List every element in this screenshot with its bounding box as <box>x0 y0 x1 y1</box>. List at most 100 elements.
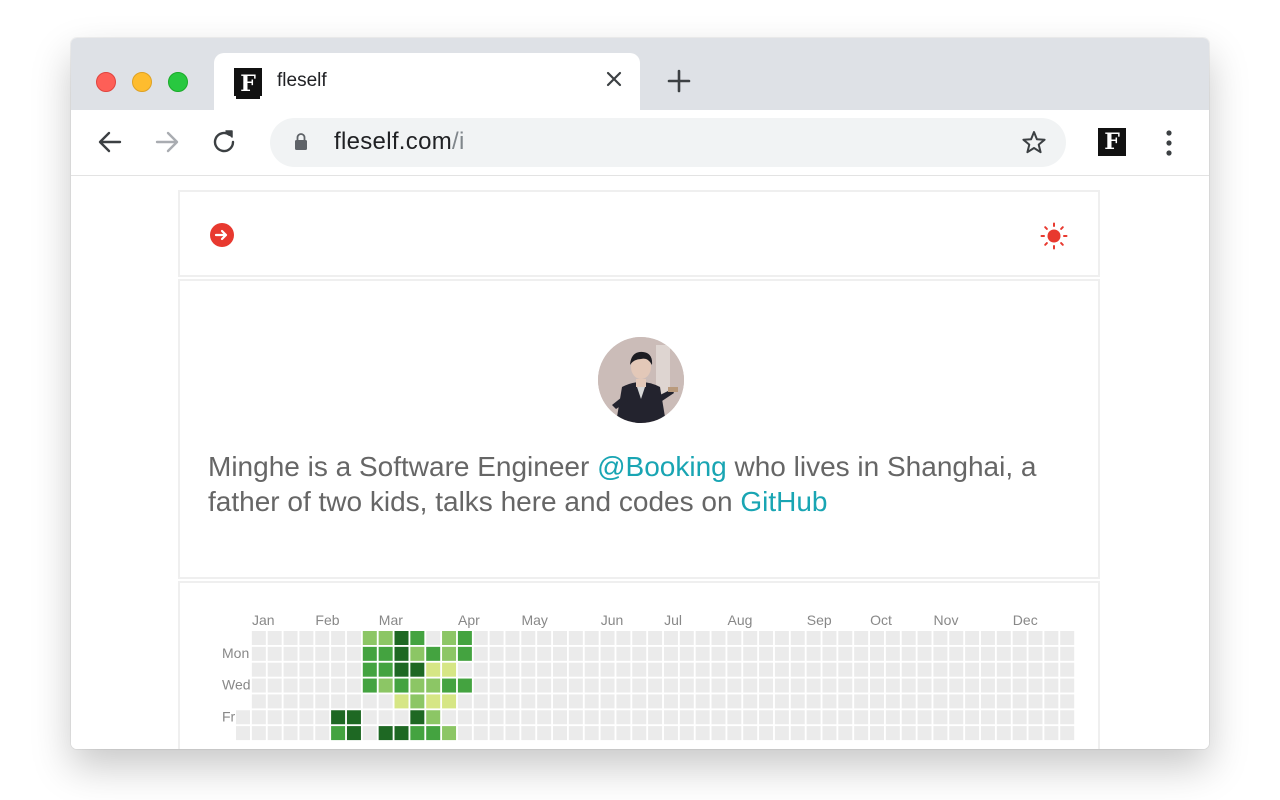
contribution-day-cell[interactable] <box>1012 710 1027 725</box>
contribution-day-cell[interactable] <box>743 646 758 661</box>
contribution-day-cell[interactable] <box>489 726 504 741</box>
contribution-day-cell[interactable] <box>442 631 457 645</box>
contribution-day-cell[interactable] <box>743 694 758 709</box>
contribution-day-cell[interactable] <box>442 678 457 693</box>
contribution-day-cell[interactable] <box>870 694 884 709</box>
contribution-day-cell[interactable] <box>996 678 1011 693</box>
contribution-day-cell[interactable] <box>806 726 821 741</box>
contribution-day-cell[interactable] <box>711 646 726 661</box>
contribution-day-cell[interactable] <box>695 662 710 677</box>
contribution-day-cell[interactable] <box>410 646 425 661</box>
contribution-day-cell[interactable] <box>442 662 457 677</box>
contribution-day-cell[interactable] <box>806 646 821 661</box>
contribution-day-cell[interactable] <box>806 631 821 645</box>
contribution-day-cell[interactable] <box>267 662 282 677</box>
contribution-day-cell[interactable] <box>679 631 694 645</box>
contribution-day-cell[interactable] <box>267 726 282 741</box>
contribution-day-cell[interactable] <box>1028 710 1043 725</box>
contribution-day-cell[interactable] <box>1060 646 1075 661</box>
contribution-day-cell[interactable] <box>394 662 409 677</box>
contribution-day-cell[interactable] <box>980 646 995 661</box>
contribution-day-cell[interactable] <box>917 710 932 725</box>
contribution-day-cell[interactable] <box>695 678 710 693</box>
contribution-day-cell[interactable] <box>1060 710 1075 725</box>
contribution-day-cell[interactable] <box>1028 662 1043 677</box>
contribution-day-cell[interactable] <box>236 726 250 741</box>
contribution-day-cell[interactable] <box>870 710 884 725</box>
booking-link[interactable]: @Booking <box>597 451 727 482</box>
contribution-day-cell[interactable] <box>917 646 932 661</box>
contribution-day-cell[interactable] <box>600 694 615 709</box>
contribution-day-cell[interactable] <box>854 710 869 725</box>
contribution-day-cell[interactable] <box>267 710 282 725</box>
contribution-day-cell[interactable] <box>331 631 346 645</box>
contribution-day-cell[interactable] <box>917 726 932 741</box>
contribution-day-cell[interactable] <box>521 662 536 677</box>
contribution-day-cell[interactable] <box>394 694 409 709</box>
contribution-day-cell[interactable] <box>394 678 409 693</box>
contribution-day-cell[interactable] <box>854 726 869 741</box>
contribution-day-cell[interactable] <box>1012 631 1027 645</box>
contribution-day-cell[interactable] <box>299 646 314 661</box>
contribution-day-cell[interactable] <box>806 694 821 709</box>
browser-menu-icon[interactable] <box>1161 128 1177 158</box>
contribution-day-cell[interactable] <box>1028 678 1043 693</box>
contribution-day-cell[interactable] <box>315 678 330 693</box>
contribution-day-cell[interactable] <box>299 662 314 677</box>
contribution-day-cell[interactable] <box>806 662 821 677</box>
contribution-day-cell[interactable] <box>854 694 869 709</box>
contribution-day-cell[interactable] <box>505 678 520 693</box>
contribution-day-cell[interactable] <box>743 631 758 645</box>
contribution-day-cell[interactable] <box>727 646 742 661</box>
contribution-day-cell[interactable] <box>473 678 488 693</box>
contribution-day-cell[interactable] <box>885 726 900 741</box>
contribution-day-cell[interactable] <box>521 694 536 709</box>
contribution-day-cell[interactable] <box>267 631 282 645</box>
contribution-day-cell[interactable] <box>457 710 472 725</box>
contribution-day-cell[interactable] <box>362 678 377 693</box>
contribution-day-cell[interactable] <box>442 710 457 725</box>
contribution-day-cell[interactable] <box>901 662 916 677</box>
contribution-day-cell[interactable] <box>378 726 393 741</box>
contribution-day-cell[interactable] <box>1060 631 1075 645</box>
contribution-day-cell[interactable] <box>410 726 425 741</box>
contribution-day-cell[interactable] <box>996 631 1011 645</box>
contribution-day-cell[interactable] <box>1028 726 1043 741</box>
contribution-day-cell[interactable] <box>426 678 441 693</box>
contribution-day-cell[interactable] <box>822 694 837 709</box>
contribution-day-cell[interactable] <box>1044 631 1059 645</box>
contribution-day-cell[interactable] <box>663 678 678 693</box>
contribution-day-cell[interactable] <box>378 662 393 677</box>
contribution-day-cell[interactable] <box>933 710 948 725</box>
contribution-day-cell[interactable] <box>870 678 884 693</box>
contribution-day-cell[interactable] <box>727 710 742 725</box>
contribution-day-cell[interactable] <box>648 710 663 725</box>
contribution-day-cell[interactable] <box>489 678 504 693</box>
contribution-day-cell[interactable] <box>362 662 377 677</box>
contribution-day-cell[interactable] <box>632 710 647 725</box>
contribution-day-cell[interactable] <box>378 631 393 645</box>
contribution-day-cell[interactable] <box>838 694 853 709</box>
contribution-day-cell[interactable] <box>1060 678 1075 693</box>
contribution-day-cell[interactable] <box>663 631 678 645</box>
contribution-day-cell[interactable] <box>711 710 726 725</box>
contribution-day-cell[interactable] <box>901 694 916 709</box>
contribution-day-cell[interactable] <box>806 710 821 725</box>
contribution-day-cell[interactable] <box>774 662 789 677</box>
contribution-day-cell[interactable] <box>473 631 488 645</box>
contribution-day-cell[interactable] <box>774 646 789 661</box>
contribution-day-cell[interactable] <box>346 646 361 661</box>
contribution-day-cell[interactable] <box>426 631 441 645</box>
reload-icon[interactable] <box>210 128 238 156</box>
close-window-button[interactable] <box>96 72 116 92</box>
contribution-day-cell[interactable] <box>553 662 567 677</box>
contribution-day-cell[interactable] <box>299 694 314 709</box>
contribution-day-cell[interactable] <box>600 678 615 693</box>
contribution-day-cell[interactable] <box>885 694 900 709</box>
contribution-day-cell[interactable] <box>695 710 710 725</box>
contribution-day-cell[interactable] <box>584 662 599 677</box>
contribution-day-cell[interactable] <box>679 726 694 741</box>
login-icon[interactable] <box>210 223 234 247</box>
contribution-day-cell[interactable] <box>457 662 472 677</box>
contribution-day-cell[interactable] <box>949 710 964 725</box>
